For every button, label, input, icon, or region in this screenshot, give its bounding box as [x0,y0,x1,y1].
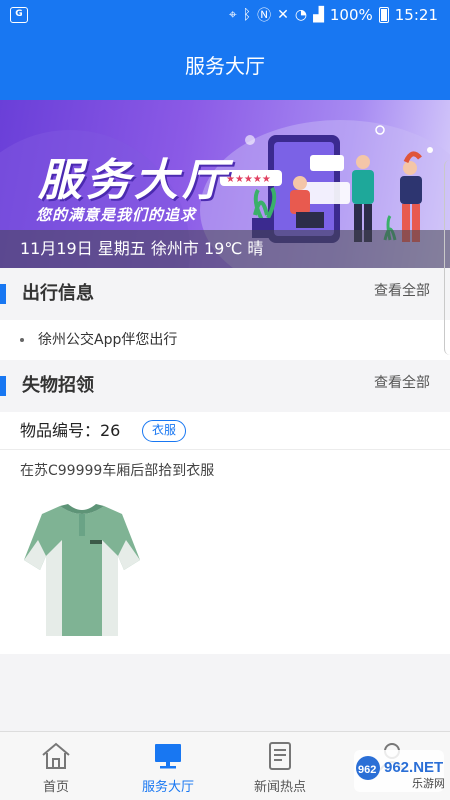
bullet-icon [20,338,24,342]
travel-view-all-link[interactable]: 查看全部 [374,268,430,314]
banner-title: 服务大厅 [38,155,230,206]
lost-item-card[interactable]: 物品编号：26 衣服 在苏C99999车厢后部拾到衣服 [0,412,450,654]
tab-home[interactable]: 首页 [0,732,112,800]
item-number: 物品编号：26 [20,421,121,440]
lost-item-header: 物品编号：26 衣服 [0,412,450,450]
tab-service-hall[interactable]: 服务大厅 [112,732,224,800]
battery-icon [378,7,389,23]
status-bar: G ⌖ ᛒ Ⓝ ✕ ◔ ▟ 100% 15:21 [0,0,450,30]
banner[interactable]: ★★★★★ 服务大厅 您的满意是我们的追求 11月19日 星期五 徐州市 19℃… [0,100,450,268]
polo-shirt-image[interactable] [22,500,142,638]
nfc-icon: Ⓝ [257,8,272,24]
lost-found-section-header: 失物招领 查看全部 [0,360,450,412]
travel-section-title: 出行信息 [22,283,94,304]
tab-label: 服务大厅 [141,780,194,795]
app-notification-icon: G [10,7,28,23]
monitor-icon [155,744,181,769]
travel-section-header: 出行信息 查看全部 [0,268,450,320]
lost-found-section-title: 失物招领 [22,375,94,396]
mute-icon: ✕ [277,7,289,23]
list-item-text: 徐州公交App伴您出行 [38,332,178,348]
svg-text:★★★★★: ★★★★★ [226,174,271,185]
clock: 15:21 [394,6,438,24]
svg-text:乐游网: 乐游网 [412,777,444,790]
svg-text:962: 962 [358,764,376,776]
section-accent [0,284,6,304]
tab-news[interactable]: 新闻热点 [224,732,336,800]
weather-info: 11月19日 星期五 徐州市 19℃ 晴 [0,230,450,268]
tab-label: 首页 [42,780,69,795]
status-icons: ⌖ ᛒ Ⓝ ✕ ◔ ▟ 100% 15:21 [229,5,438,25]
page-title: 服务大厅 [0,30,450,100]
list-item[interactable]: 徐州公交App伴您出行 [0,320,450,360]
lost-found-view-all-link[interactable]: 查看全部 [374,360,430,406]
watermark-logo: 962 962.NET 乐游网 [354,750,444,792]
news-icon [269,742,291,770]
section-accent [0,376,6,396]
scroll-edge [444,160,450,355]
wifi-icon: ◔ [294,7,308,23]
svg-text:962.NET: 962.NET [384,759,443,776]
tab-label: 新闻热点 [253,780,306,795]
bluetooth-icon: ᛒ [242,7,252,23]
home-icon [42,742,70,769]
banner-subtitle: 您的满意是我们的追求 [36,206,197,224]
category-tag: 衣服 [142,420,187,442]
signal-icon: ▟ [313,7,324,23]
location-icon: ⌖ [228,7,237,23]
battery-percent: 100% [329,6,373,24]
item-description: 在苏C99999车厢后部拾到衣服 [20,463,215,479]
